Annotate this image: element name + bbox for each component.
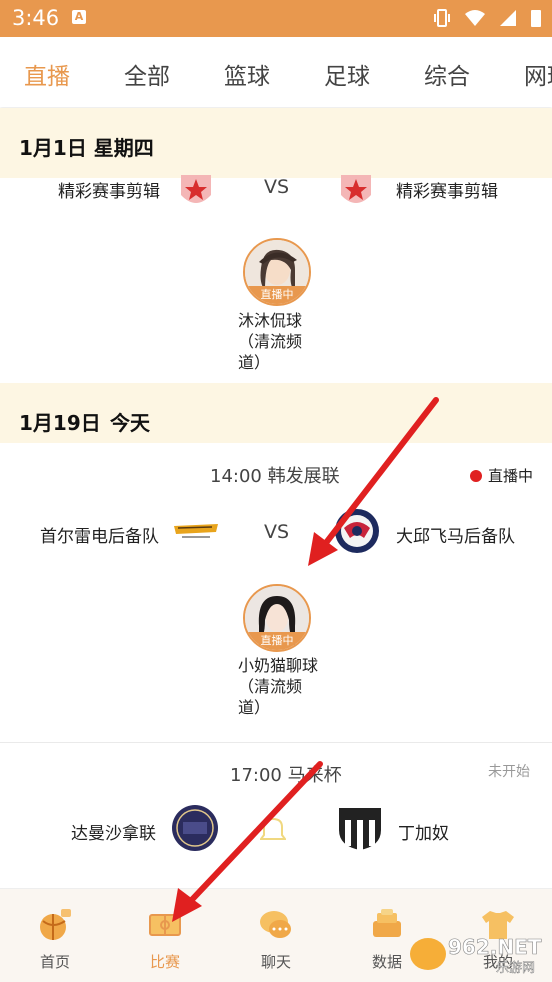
live-status: 直播中 <box>470 465 533 486</box>
away-team-logo <box>341 175 371 203</box>
watermark-text: 962.NET <box>448 935 542 959</box>
date-label: 1月19日 <box>19 411 101 435</box>
away-team-name: 大邱飞马后备队 <box>396 527 515 547</box>
vs-label: VS <box>264 521 290 543</box>
away-team-name: 精彩赛事剪辑 <box>396 182 498 202</box>
home-team-name: 精彩赛事剪辑 <box>58 182 160 202</box>
home-team-name: 首尔雷电后备队 <box>40 527 159 547</box>
app-notification-icon: A <box>72 10 86 24</box>
tab-all[interactable]: 全部 <box>124 57 170 91</box>
match-field-icon <box>149 914 181 936</box>
system-icons <box>432 8 542 28</box>
host-name: 小奶猫聊球（清流频道） <box>238 656 319 717</box>
nav-match[interactable]: 比赛 <box>125 889 205 972</box>
nav-home[interactable]: 首页 <box>15 889 95 972</box>
watermark-logo: 962.NET 乐游网 <box>404 930 544 976</box>
live-dot-icon <box>470 470 482 482</box>
bell-icon[interactable] <box>260 815 286 843</box>
watermark-sub: 乐游网 <box>496 961 535 975</box>
chat-bubble-icon <box>260 911 291 938</box>
host-avatar[interactable]: 直播中 <box>242 238 312 306</box>
live-badge: 直播中 <box>245 286 309 304</box>
tab-football[interactable]: 足球 <box>324 57 370 91</box>
nav-chat[interactable]: 聊天 <box>236 889 316 972</box>
date-header: 1月19日 今天 <box>0 383 552 443</box>
match-time-league: 17:00 马来杯 <box>230 765 342 786</box>
data-trophy-icon <box>373 909 401 937</box>
wifi-icon <box>465 10 485 26</box>
date-header: 1月1日 星期四 <box>0 108 552 178</box>
status-bar: 3:46 A <box>0 0 552 37</box>
nav-label: 聊天 <box>260 953 291 971</box>
away-team-name: 丁加奴 <box>398 824 449 844</box>
battery-icon <box>531 10 541 27</box>
vs-label: VS <box>264 176 290 198</box>
today-label: 今天 <box>110 411 150 435</box>
home-team-logo <box>174 524 218 538</box>
live-status-label: 直播中 <box>488 467 534 485</box>
avatar: 直播中 <box>243 584 311 652</box>
host-avatar[interactable]: 直播中 <box>242 584 312 652</box>
status-time: 3:46 <box>12 6 60 30</box>
away-team-logo <box>339 808 381 850</box>
avatar: 直播中 <box>243 238 311 306</box>
host-name: 沐沐侃球（清流频道） <box>238 311 303 372</box>
tab-tennis[interactable]: 网球 <box>524 57 552 91</box>
watermark-brand-icon: 962.NET 乐游网 <box>410 935 542 976</box>
live-badge: 直播中 <box>245 632 309 650</box>
tab-live[interactable]: 直播 <box>24 57 70 91</box>
nav-label: 比赛 <box>149 953 180 971</box>
match-status: 未开始 <box>488 764 530 780</box>
divider <box>0 742 552 743</box>
date-label: 1月1日 星期四 <box>19 136 154 160</box>
match-time-league: 14:00 韩发展联 <box>210 466 340 487</box>
home-team-logo <box>181 175 211 203</box>
away-team-logo <box>335 509 379 553</box>
home-team-logo <box>172 805 218 851</box>
category-tabs: 直播 全部 篮球 足球 综合 网球 <box>0 37 552 107</box>
vibrate-icon <box>434 9 450 27</box>
home-ball-icon <box>40 909 71 940</box>
tab-general[interactable]: 综合 <box>424 57 470 91</box>
signal-icon <box>500 10 516 26</box>
tab-basketball[interactable]: 篮球 <box>224 57 270 91</box>
home-team-name: 达曼沙拿联 <box>71 824 156 844</box>
nav-label: 首页 <box>39 953 70 971</box>
